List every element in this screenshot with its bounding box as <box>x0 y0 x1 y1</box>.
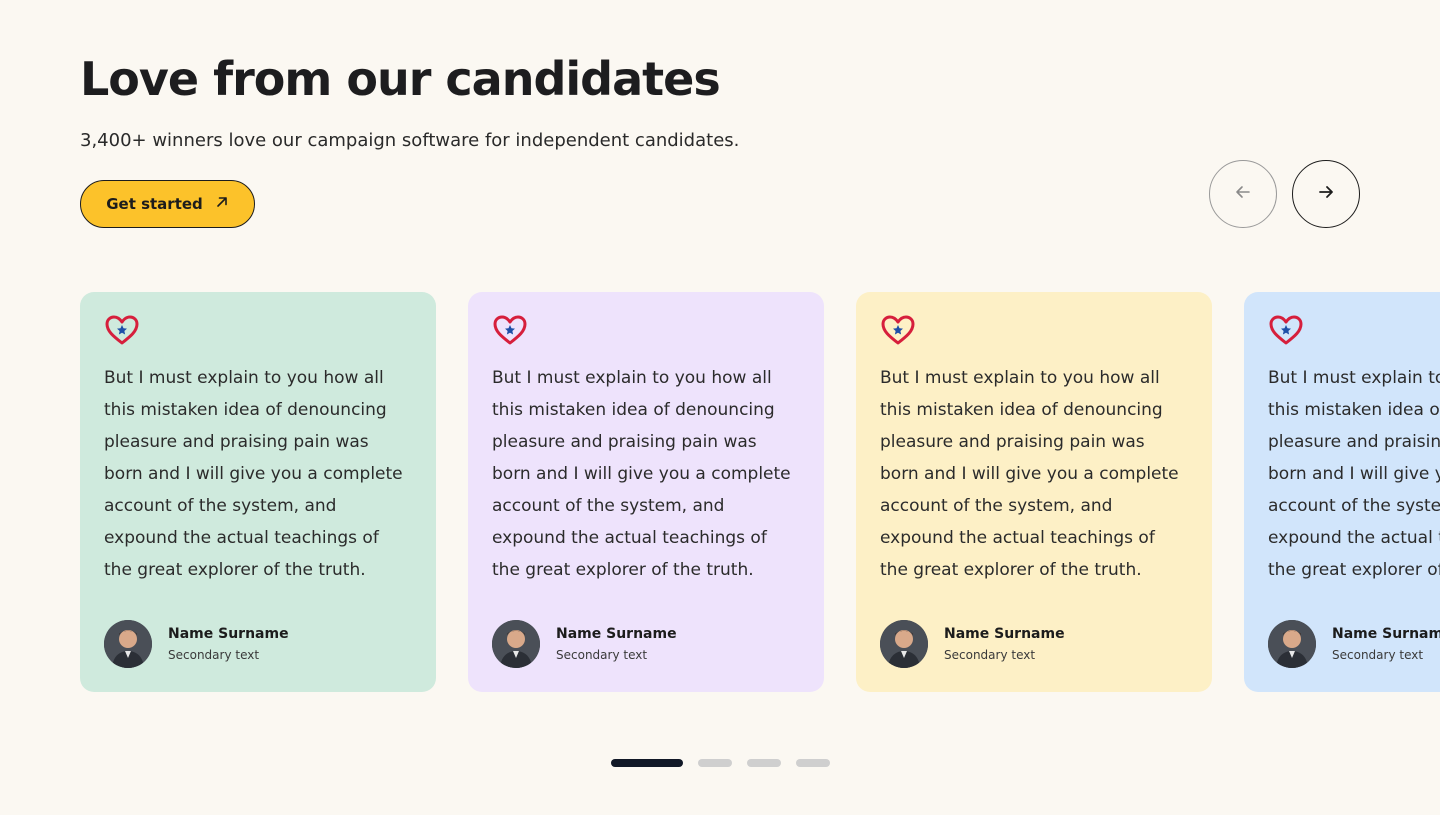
author-name: Name Surname <box>556 626 677 642</box>
carousel-prev-button[interactable] <box>1209 160 1277 228</box>
arrow-left-icon <box>1233 182 1253 206</box>
avatar <box>880 620 928 668</box>
testimonial-quote: But I must explain to you how all this m… <box>1268 368 1440 580</box>
testimonial-author: Name Surname Secondary text <box>880 620 1065 668</box>
section-subtitle: 3,400+ winners love our campaign softwar… <box>80 130 740 151</box>
author-secondary-text: Secondary text <box>944 648 1036 662</box>
carousel-next-button[interactable] <box>1292 160 1360 228</box>
author-secondary-text: Secondary text <box>556 648 648 662</box>
avatar <box>492 620 540 668</box>
pagination-dot-3[interactable] <box>747 759 781 767</box>
get-started-button[interactable]: Get started <box>80 180 255 228</box>
heart-star-icon <box>880 314 1188 346</box>
testimonial-card: But I must explain to you how all this m… <box>80 292 436 692</box>
testimonial-card: But I must explain to you how all this m… <box>856 292 1212 692</box>
testimonial-quote: But I must explain to you how all this m… <box>492 368 791 580</box>
author-name: Name Surname <box>1332 626 1440 642</box>
testimonial-carousel[interactable]: But I must explain to you how all this m… <box>80 292 1440 692</box>
testimonial-quote: But I must explain to you how all this m… <box>104 368 403 580</box>
testimonial-author: Name Surname Secondary text <box>1268 620 1440 668</box>
author-secondary-text: Secondary text <box>1332 648 1424 662</box>
author-secondary-text: Secondary text <box>168 648 260 662</box>
pagination-dot-1[interactable] <box>611 759 683 767</box>
heart-star-icon <box>104 314 412 346</box>
arrow-right-icon <box>1316 182 1336 206</box>
section-title: Love from our candidates <box>80 52 721 106</box>
testimonial-author: Name Surname Secondary text <box>492 620 677 668</box>
testimonial-quote: But I must explain to you how all this m… <box>880 368 1179 580</box>
arrow-up-right-icon <box>215 195 229 213</box>
testimonial-author: Name Surname Secondary text <box>104 620 289 668</box>
heart-star-icon <box>492 314 800 346</box>
carousel-pagination <box>611 759 830 767</box>
pagination-dot-2[interactable] <box>698 759 732 767</box>
testimonial-card: But I must explain to you how all this m… <box>468 292 824 692</box>
get-started-label: Get started <box>106 195 203 213</box>
heart-star-icon <box>1268 314 1440 346</box>
author-name: Name Surname <box>944 626 1065 642</box>
testimonial-card: But I must explain to you how all this m… <box>1244 292 1440 692</box>
author-name: Name Surname <box>168 626 289 642</box>
avatar <box>1268 620 1316 668</box>
avatar <box>104 620 152 668</box>
pagination-dot-4[interactable] <box>796 759 830 767</box>
